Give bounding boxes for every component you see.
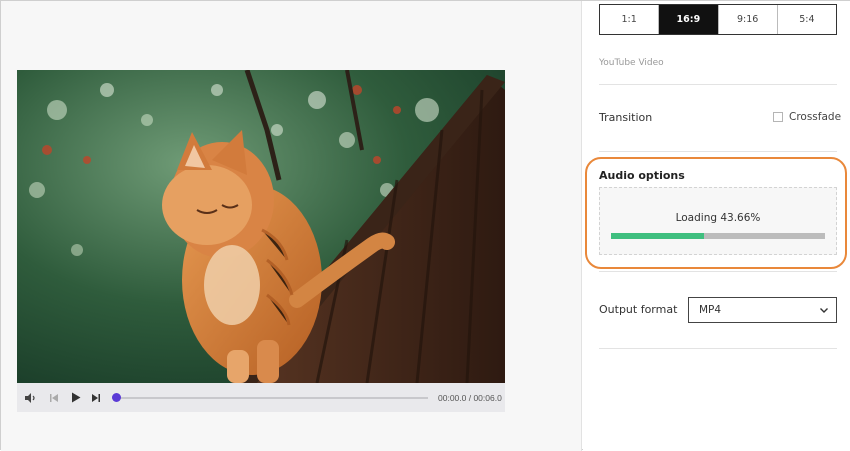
preset-label: YouTube Video xyxy=(599,58,664,68)
divider xyxy=(599,348,837,349)
loading-progress-fill xyxy=(611,233,705,239)
seek-track xyxy=(112,397,428,399)
divider xyxy=(599,84,837,85)
aspect-ratio-selector: 1:1 16:9 9:16 5:4 xyxy=(599,4,837,35)
audio-loading-box: Loading 43.66% xyxy=(599,187,837,255)
preview-panel: 00:00.0 / 00:06.0 xyxy=(1,1,582,451)
loading-progress-bar xyxy=(611,233,825,239)
chevron-down-icon xyxy=(820,308,828,313)
output-format-value: MP4 xyxy=(699,304,722,316)
divider xyxy=(599,151,837,152)
ratio-option-9-16[interactable]: 9:16 xyxy=(719,5,778,34)
volume-icon[interactable] xyxy=(20,383,40,412)
cat-video-frame xyxy=(17,70,505,383)
loading-text: Loading 43.66% xyxy=(675,212,761,224)
seek-knob[interactable] xyxy=(112,393,121,402)
seek-bar[interactable] xyxy=(112,383,428,412)
time-display: 00:00.0 / 00:06.0 xyxy=(438,392,502,403)
app-window: 00:00.0 / 00:06.0 1:1 16:9 9:16 5:4 YouT… xyxy=(0,0,850,451)
divider xyxy=(599,271,837,272)
transition-label: Transition xyxy=(599,111,653,124)
video-preview[interactable] xyxy=(17,70,505,383)
crossfade-checkbox[interactable] xyxy=(773,112,783,122)
video-controls: 00:00.0 / 00:06.0 xyxy=(17,383,505,412)
step-back-icon[interactable] xyxy=(44,383,64,412)
ratio-option-16-9[interactable]: 16:9 xyxy=(659,5,719,34)
output-format-label: Output format xyxy=(599,303,678,316)
crossfade-label: Crossfade xyxy=(789,111,842,123)
ratio-option-5-4[interactable]: 5:4 xyxy=(778,5,836,34)
output-format-select[interactable]: MP4 xyxy=(688,297,837,323)
play-icon[interactable] xyxy=(66,383,86,412)
step-forward-icon[interactable] xyxy=(86,383,106,412)
settings-panel: 1:1 16:9 9:16 5:4 YouTube Video Transiti… xyxy=(583,1,850,451)
crossfade-option[interactable]: Crossfade xyxy=(773,111,841,123)
audio-options-title: Audio options xyxy=(599,169,685,182)
ratio-option-1-1[interactable]: 1:1 xyxy=(600,5,660,34)
